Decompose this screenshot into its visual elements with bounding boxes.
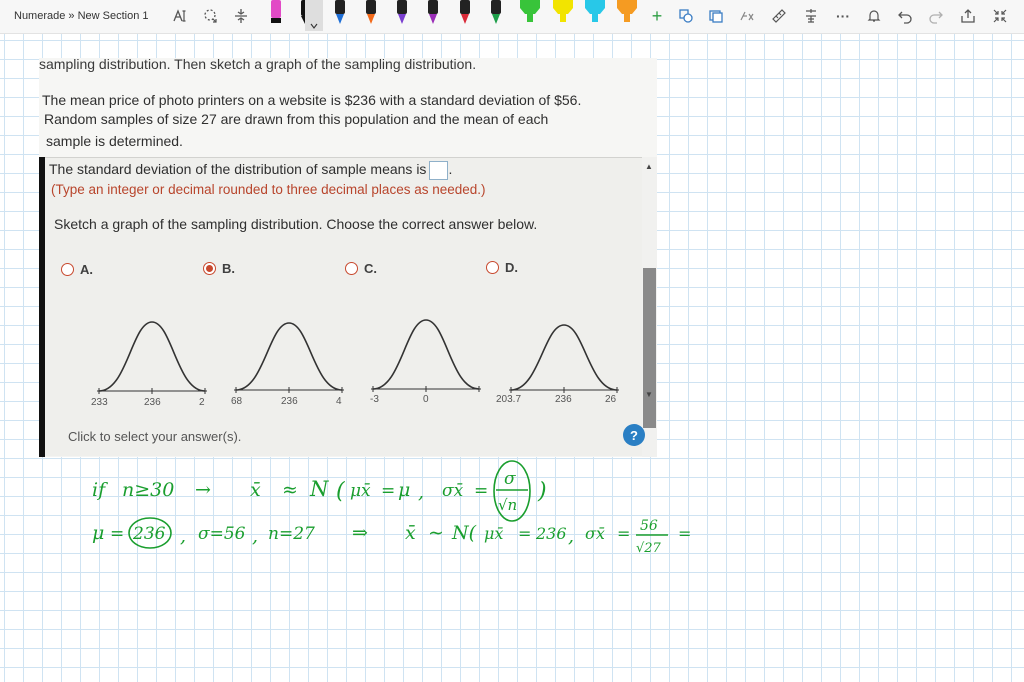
hw-open-paren: ( — [336, 479, 345, 504]
hw-sqrt-n: √n — [498, 496, 517, 514]
hw-comma-4: , — [568, 525, 574, 547]
hw-comma-3: , — [252, 525, 258, 547]
hw-equals-2: = — [474, 481, 488, 501]
hw-236: 236 — [132, 524, 166, 544]
hw-sigma-xbar-2: σx̄ — [585, 524, 605, 543]
hw-normal-n: N — [309, 477, 329, 501]
hw-xbar: x̄ — [250, 479, 261, 501]
hw-equals-4: = — [518, 524, 531, 543]
hw-comma-1: , — [418, 481, 424, 503]
hw-arrow: → — [195, 479, 211, 501]
hw-approx: ≈ — [282, 479, 298, 501]
hw-equals-6: = — [678, 524, 691, 543]
hw-implies: ⇒ — [352, 522, 368, 544]
hw-equals-5: = — [617, 524, 630, 543]
hw-sqrt-27: √27 — [636, 541, 662, 556]
hw-close-paren: ) — [537, 479, 547, 504]
hw-xbar-2: x̄ — [405, 522, 416, 544]
hw-if: if — [92, 479, 108, 501]
hw-equals-3: = — [110, 524, 124, 544]
hw-mu-xbar: μx̄ — [350, 481, 371, 501]
hw-n-27: n=27 — [268, 524, 315, 544]
hw-236-2: 236 — [535, 524, 567, 543]
hw-sim: ∼ — [428, 522, 444, 544]
hw-sigma-56: σ=56 — [198, 524, 246, 544]
hw-n-condition: n≥30 — [122, 479, 174, 501]
handwritten-notes: if n≥30 → x̄ ≈ N ( μx̄ = μ , σx̄ = σ √n … — [92, 460, 691, 556]
hw-equals-1: = — [381, 481, 395, 501]
hw-comma-2: , — [180, 525, 186, 547]
hw-mu-2: μ — [92, 522, 104, 544]
hw-56: 56 — [640, 518, 658, 534]
hw-sigma-xbar: σx̄ — [442, 481, 464, 501]
hw-mu: μ — [398, 479, 410, 501]
hw-normal-n-2: N( — [451, 522, 477, 544]
hw-sigma: σ — [504, 469, 516, 489]
hw-mu-xbar-2: μx̄ — [484, 524, 503, 543]
